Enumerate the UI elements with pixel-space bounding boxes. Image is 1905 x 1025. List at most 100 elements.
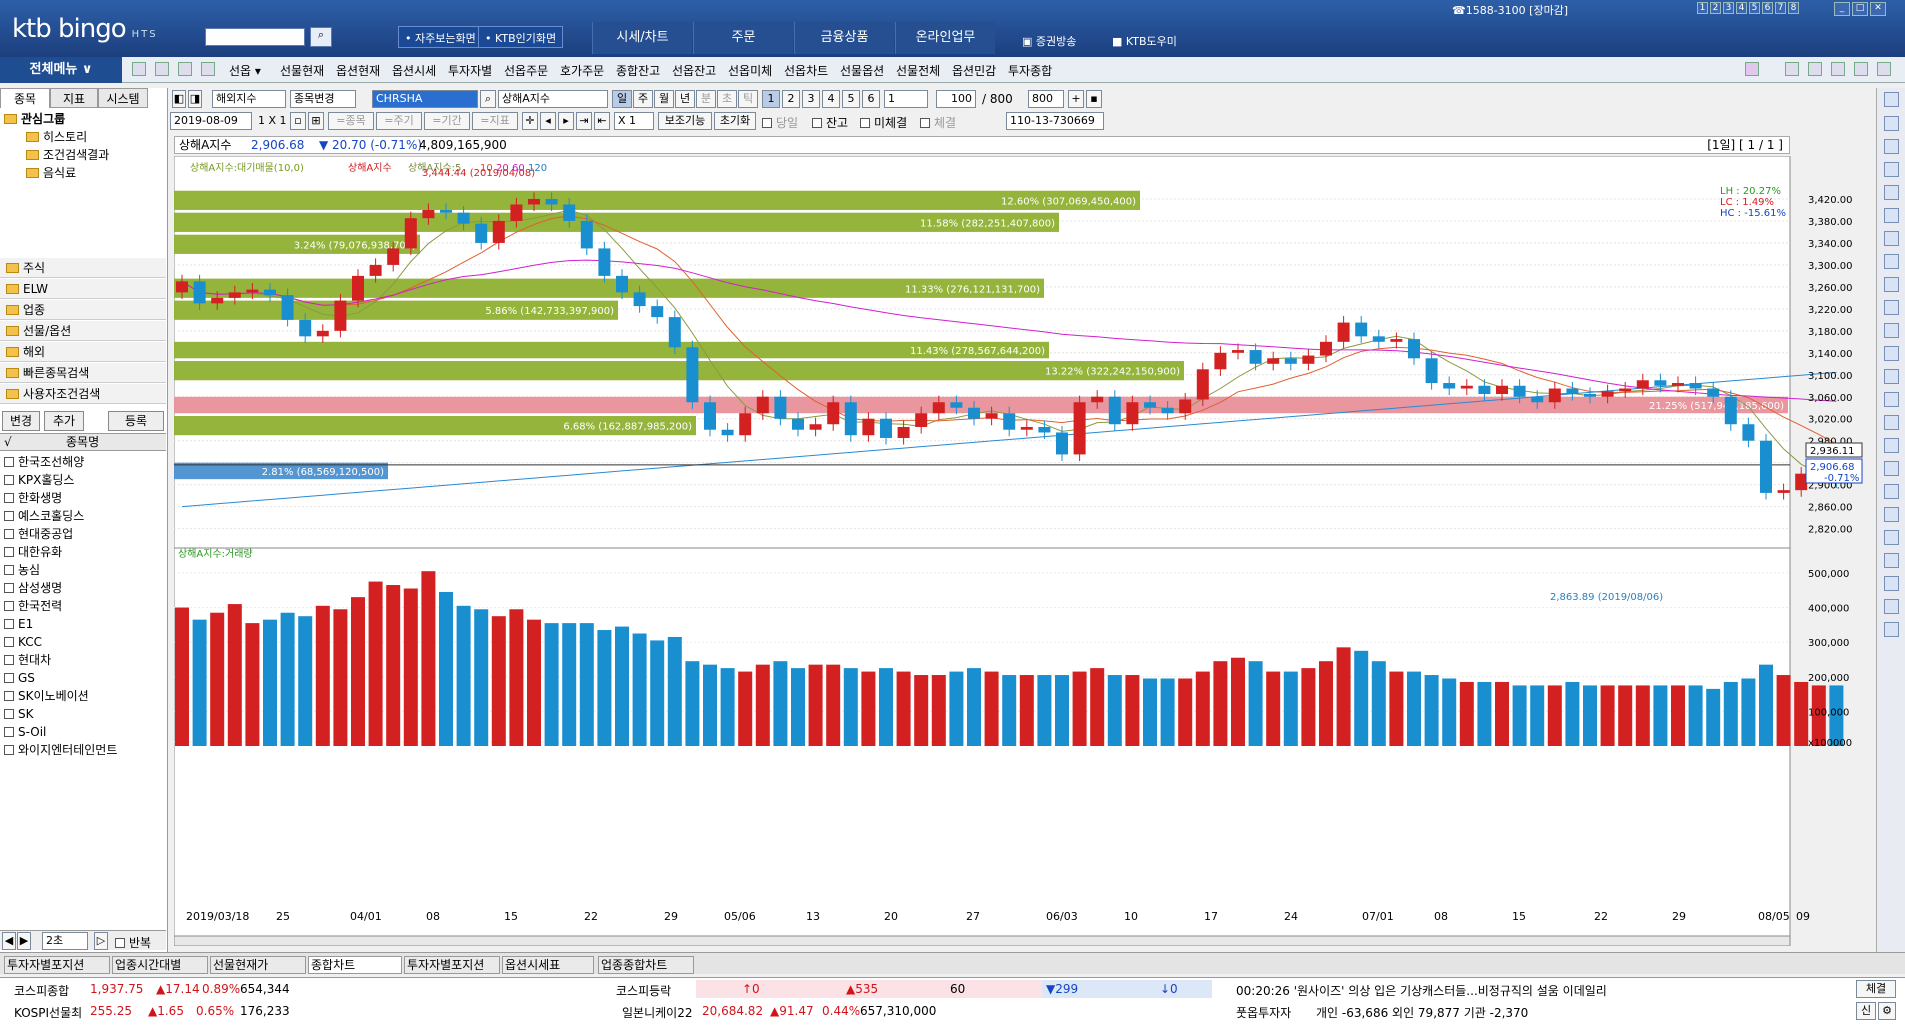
popular-screens-link[interactable]: • KTB인기화면: [478, 26, 564, 48]
zoom-icon[interactable]: [1884, 415, 1899, 430]
stock-list-item[interactable]: S-Oil: [4, 723, 46, 741]
menu-item-quote-order[interactable]: 호가주문: [560, 62, 604, 79]
window-icon[interactable]: [132, 62, 146, 76]
grid-icon[interactable]: [201, 62, 215, 76]
menu-online-services[interactable]: 온라인업무: [895, 22, 995, 54]
category-sectors[interactable]: 업종: [0, 300, 166, 320]
change-stock-select[interactable]: 종목변경: [290, 90, 356, 108]
reset-button[interactable]: 초기화: [714, 112, 756, 130]
tree-root-watchlist[interactable]: 관심그룹: [4, 110, 65, 128]
menu-item-opt-quote[interactable]: 옵션시세: [392, 62, 436, 79]
tab-option-quote-table[interactable]: 옵션시세표: [502, 956, 594, 974]
tab-investor-position[interactable]: 투자자별포지션: [4, 956, 110, 974]
screen-6-button[interactable]: 6: [1762, 2, 1773, 14]
tree-item-food[interactable]: 음식료: [26, 164, 76, 182]
new-button[interactable]: 신: [1856, 1002, 1876, 1020]
brush-icon[interactable]: [1884, 231, 1899, 246]
menu-item-opt-greeks[interactable]: 옵션민감: [952, 62, 996, 79]
category-futures-options[interactable]: 선물/옵션: [0, 321, 166, 341]
config-icon[interactable]: [1884, 116, 1899, 131]
minimize-button[interactable]: _: [1834, 2, 1850, 16]
stock-list-item[interactable]: 농심: [4, 561, 40, 579]
count-1[interactable]: 1: [762, 90, 780, 108]
ruler-icon[interactable]: [1884, 208, 1899, 223]
stock-list-item[interactable]: 한국전력: [4, 597, 62, 615]
fibo-icon[interactable]: [1884, 254, 1899, 269]
period-month[interactable]: 월: [654, 90, 674, 108]
mode-stock[interactable]: =종목: [328, 112, 374, 130]
category-stocks[interactable]: 주식: [0, 258, 166, 278]
stock-list-item[interactable]: KPX홀딩스: [4, 471, 74, 489]
stock-list-item[interactable]: 한화생명: [4, 489, 62, 507]
period-minute[interactable]: 분: [696, 90, 716, 108]
period-tick[interactable]: 틱: [738, 90, 758, 108]
settings-icon[interactable]: [1785, 62, 1799, 76]
menu-item-investor[interactable]: 투자자별: [448, 62, 492, 79]
interval-select[interactable]: 2초: [42, 932, 88, 950]
chart-icon[interactable]: [1884, 553, 1899, 568]
tab-stocks[interactable]: 종목: [0, 88, 50, 108]
undo-icon[interactable]: [1884, 576, 1899, 591]
aux-function-button[interactable]: 보조기능: [658, 112, 712, 130]
unfilled-checkbox[interactable]: 미체결: [860, 114, 907, 131]
tab-sector-composite-chart[interactable]: 업종종합차트: [598, 956, 694, 974]
mode-indicator[interactable]: =지표: [472, 112, 518, 130]
channel-icon[interactable]: [1884, 323, 1899, 338]
ray-icon[interactable]: [1884, 300, 1899, 315]
menu-item-invest-total[interactable]: 투자종합: [1008, 62, 1052, 79]
print-icon[interactable]: [178, 62, 192, 76]
menu-item-fut-current[interactable]: 선물현재: [280, 62, 324, 79]
refresh-icon[interactable]: [1745, 62, 1759, 76]
screen-4-button[interactable]: 4: [1736, 2, 1747, 14]
scroll-end-icon[interactable]: ⇥: [576, 112, 592, 130]
stock-list-item[interactable]: SK이노베이션: [4, 687, 89, 705]
screen-1-button[interactable]: 1: [1697, 2, 1708, 14]
maximize-button[interactable]: □: [1852, 2, 1868, 16]
category-elw[interactable]: ELW: [0, 279, 166, 299]
printer-icon[interactable]: [1808, 62, 1822, 76]
count-2[interactable]: 2: [782, 90, 800, 108]
tab-composite-chart[interactable]: 종합차트: [308, 956, 402, 974]
stock-list-item[interactable]: 대한유화: [4, 543, 62, 561]
mode-period[interactable]: =주기: [376, 112, 422, 130]
menu-item-fut-all[interactable]: 선물전체: [896, 62, 940, 79]
zoom-in-icon[interactable]: ▸: [558, 112, 574, 130]
tab-indicators[interactable]: 지표: [50, 88, 98, 108]
account-select[interactable]: 110-13-730669: [1006, 112, 1104, 130]
stock-list-item[interactable]: 삼성생명: [4, 579, 62, 597]
unit-select[interactable]: 1: [884, 90, 928, 108]
menu-item-unfilled[interactable]: 선옵미체: [728, 62, 772, 79]
menu-item-futopt-chart[interactable]: 선옵차트: [784, 62, 828, 79]
zoom-out-icon[interactable]: ◂: [540, 112, 556, 130]
count-6[interactable]: 6: [862, 90, 880, 108]
tree-item-history[interactable]: 히스토리: [26, 128, 87, 146]
stock-list-item[interactable]: GS: [4, 669, 35, 687]
category-user-condition[interactable]: 사용자조건검색: [0, 384, 166, 404]
arrow-icon[interactable]: [1884, 369, 1899, 384]
fill-button[interactable]: 체결: [1856, 980, 1896, 998]
pen-icon[interactable]: [1884, 139, 1899, 154]
check-column-header[interactable]: √: [4, 434, 12, 450]
stock-list-item[interactable]: 예스코홀딩스: [4, 507, 84, 525]
stock-list-item[interactable]: KCC: [4, 633, 42, 651]
menu-item-futopt[interactable]: 선옵 ▾: [229, 62, 261, 79]
settings-icon[interactable]: ⚙: [1878, 1002, 1896, 1020]
news-headline[interactable]: 00:20:26 '원사이즈' 의상 입은 기상캐스터들...비정규직의 설움 …: [1236, 982, 1607, 999]
tree-item-condition-results[interactable]: 조건검색결과: [26, 146, 109, 164]
period-year[interactable]: 년: [675, 90, 695, 108]
bookmark-icon[interactable]: [1884, 507, 1899, 522]
market-select[interactable]: 해외지수: [212, 90, 286, 108]
screen-7-button[interactable]: 7: [1775, 2, 1786, 14]
repeat-toggle[interactable]: 반복: [115, 934, 151, 951]
ratio-icon[interactable]: ⊞: [308, 112, 324, 130]
stock-list-item[interactable]: SK: [4, 705, 34, 723]
grid-icon[interactable]: [1884, 530, 1899, 545]
total-input[interactable]: 800: [1028, 90, 1064, 108]
prev-icon[interactable]: ◀: [2, 932, 16, 950]
period-week[interactable]: 주: [633, 90, 653, 108]
code-search-icon[interactable]: ⌕: [480, 90, 496, 108]
split-left-icon[interactable]: ◧: [172, 90, 186, 108]
code-input[interactable]: CHRSHA: [372, 90, 478, 108]
favorite-screens-link[interactable]: • 자주보는화면: [398, 26, 483, 48]
layout-icon[interactable]: [155, 62, 169, 76]
